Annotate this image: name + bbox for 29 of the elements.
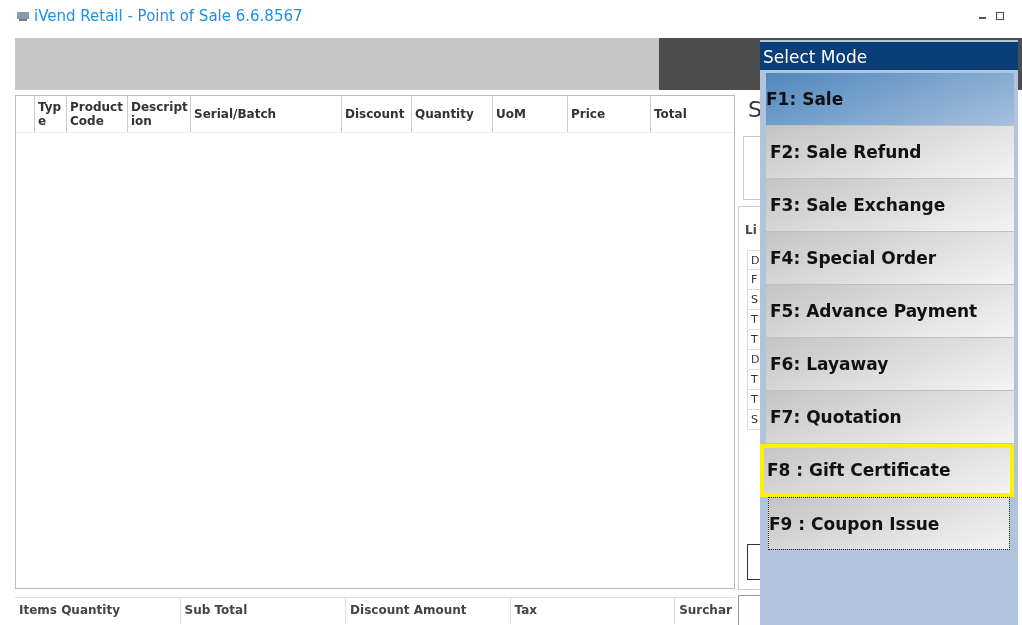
mode-button[interactable]: F8 : Gift Certificate [760, 444, 1014, 497]
maximize-icon[interactable] [996, 12, 1004, 20]
column-header[interactable]: Product Code [66, 96, 127, 132]
column-header[interactable]: Serial/Batch [190, 96, 341, 132]
summary-header: Discount Amount [346, 598, 511, 624]
column-header[interactable]: Quantity [411, 96, 492, 132]
window-title: iVend Retail - Point of Sale 6.6.8567 [34, 7, 303, 25]
column-header[interactable]: Description [127, 96, 190, 132]
mode-button[interactable]: F9 : Coupon Issue [768, 497, 1010, 550]
mode-button[interactable]: F1: Sale [766, 73, 1014, 126]
mode-button[interactable]: F6: Layaway [766, 338, 1014, 391]
panel-heading: S [748, 97, 762, 122]
app-icon [16, 10, 30, 22]
list-label: Li [745, 223, 757, 237]
column-header[interactable]: Price [567, 96, 650, 132]
mode-button[interactable]: F7: Quotation [766, 391, 1014, 444]
mode-button[interactable]: F4: Special Order [766, 232, 1014, 285]
mode-button[interactable]: F2: Sale Refund [766, 126, 1014, 179]
summary-header: Surchar [678, 602, 733, 619]
summary-header: Items Quantity [15, 598, 181, 624]
summary-header: Sub Total [180, 598, 347, 624]
mode-button[interactable]: F5: Advance Payment [766, 285, 1014, 338]
menu-title: Select Mode [760, 42, 1018, 70]
summary-header: Tax [510, 598, 676, 624]
column-header[interactable]: UoM [492, 96, 567, 132]
column-header[interactable]: Type [34, 96, 66, 132]
mode-button[interactable]: F3: Sale Exchange [766, 179, 1014, 232]
column-header[interactable]: Total [650, 96, 731, 132]
column-header[interactable]: Discount [341, 96, 411, 132]
